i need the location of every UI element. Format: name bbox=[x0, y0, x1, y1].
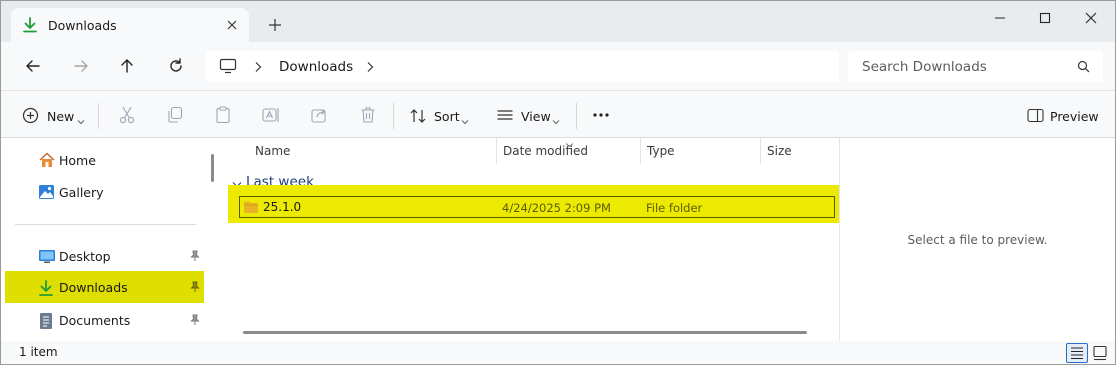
this-pc-icon[interactable] bbox=[219, 58, 237, 77]
sidebar-item-label: Documents bbox=[59, 313, 131, 328]
close-tab-icon[interactable] bbox=[223, 16, 241, 34]
download-icon bbox=[38, 279, 54, 300]
rename-icon[interactable] bbox=[261, 105, 281, 127]
close-icon[interactable] bbox=[1068, 7, 1114, 29]
search-placeholder: Search Downloads bbox=[862, 59, 987, 75]
up-arrow-icon[interactable] bbox=[117, 56, 137, 76]
copy-icon[interactable] bbox=[166, 105, 184, 127]
new-button[interactable]: New bbox=[22, 105, 86, 127]
folder-icon bbox=[243, 200, 259, 217]
column-header-size[interactable]: Size bbox=[761, 138, 839, 164]
sidebar-item-label: Desktop bbox=[59, 249, 111, 264]
gallery-icon bbox=[38, 184, 56, 203]
column-header-label: Name bbox=[255, 144, 291, 158]
cell-date-modified: 4/24/2025 2:09 PM bbox=[502, 201, 611, 215]
forward-arrow-icon[interactable] bbox=[71, 56, 91, 76]
sidebar-item-label: Home bbox=[59, 153, 96, 168]
column-header-date[interactable]: Date modified bbox=[497, 138, 640, 164]
documents-icon bbox=[38, 312, 54, 333]
sidebar-item-home[interactable]: Home bbox=[5, 144, 204, 176]
pin-icon[interactable] bbox=[190, 250, 200, 265]
cell-name: 25.1.0 bbox=[263, 200, 302, 214]
pin-icon[interactable] bbox=[190, 281, 200, 296]
share-icon[interactable] bbox=[310, 105, 328, 127]
more-icon[interactable] bbox=[592, 105, 610, 127]
tab-title: Downloads bbox=[48, 18, 117, 33]
toolbar-divider bbox=[393, 103, 394, 129]
view-button[interactable]: View bbox=[496, 105, 562, 127]
file-explorer-window: Downloads Downloads Search Downloads New… bbox=[0, 0, 1116, 365]
preview-message: Select a file to preview. bbox=[907, 233, 1048, 247]
large-icons-view-icon[interactable] bbox=[1091, 344, 1109, 362]
horizontal-scrollbar[interactable] bbox=[243, 331, 807, 334]
details-view-icon[interactable] bbox=[1066, 343, 1088, 363]
chevron-down-icon bbox=[461, 114, 469, 128]
sort-label: Sort bbox=[434, 109, 460, 124]
column-header-label: Type bbox=[647, 144, 675, 158]
chevron-right-icon[interactable] bbox=[365, 61, 375, 76]
sidebar-item-label: Gallery bbox=[59, 185, 104, 200]
download-icon bbox=[23, 17, 37, 36]
toolbar-divider bbox=[576, 103, 577, 129]
chevron-down-icon bbox=[77, 114, 85, 128]
preview-pane-icon bbox=[1027, 108, 1044, 126]
sidebar-item-downloads[interactable]: Downloads bbox=[5, 271, 204, 303]
new-label: New bbox=[47, 109, 75, 124]
view-icon bbox=[496, 108, 514, 127]
sidebar-item-gallery[interactable]: Gallery bbox=[5, 176, 204, 208]
table-row[interactable]: 25.1.0 4/24/2025 2:09 PM File folder bbox=[228, 185, 841, 223]
preview-pane: Select a file to preview. bbox=[840, 138, 1115, 341]
status-bar: 1 item bbox=[1, 341, 1115, 364]
file-list: Name Date modified Type Size Last week 2… bbox=[225, 138, 841, 341]
cell-type: File folder bbox=[646, 201, 703, 215]
column-header-type[interactable]: Type bbox=[641, 138, 760, 164]
paste-icon[interactable] bbox=[214, 105, 232, 127]
pin-icon[interactable] bbox=[190, 314, 200, 329]
breadcrumb-downloads[interactable]: Downloads bbox=[279, 59, 353, 75]
column-header-name[interactable]: Name bbox=[225, 138, 497, 164]
view-label: View bbox=[521, 109, 551, 124]
title-bar: Downloads bbox=[1, 1, 1115, 42]
address-row: Downloads Search Downloads bbox=[1, 42, 1115, 90]
new-tab-icon[interactable] bbox=[266, 16, 284, 34]
minimize-icon[interactable] bbox=[977, 7, 1023, 29]
cut-icon[interactable] bbox=[118, 105, 136, 127]
desktop-icon bbox=[38, 248, 56, 267]
sort-button[interactable]: Sort bbox=[409, 105, 471, 127]
sidebar-scrollbar[interactable] bbox=[211, 154, 214, 182]
maximize-icon[interactable] bbox=[1022, 7, 1068, 29]
column-header-label: Date modified bbox=[503, 144, 589, 158]
tab-downloads[interactable]: Downloads bbox=[11, 8, 249, 42]
sidebar-item-label: Downloads bbox=[59, 280, 128, 295]
address-bar[interactable]: Downloads bbox=[206, 51, 839, 82]
toolbar-divider bbox=[98, 103, 99, 129]
sort-icon bbox=[409, 107, 427, 128]
sort-indicator-icon bbox=[565, 137, 574, 151]
back-arrow-icon[interactable] bbox=[23, 56, 43, 76]
search-input[interactable]: Search Downloads bbox=[848, 51, 1103, 82]
sidebar-item-desktop[interactable]: Desktop bbox=[5, 240, 204, 272]
column-header-label: Size bbox=[767, 144, 792, 158]
sidebar-divider bbox=[15, 224, 196, 225]
sidebar-item-documents[interactable]: Documents bbox=[5, 304, 204, 336]
chevron-right-icon[interactable] bbox=[253, 61, 263, 76]
plus-circle-icon bbox=[22, 107, 39, 127]
home-icon bbox=[38, 152, 56, 171]
preview-button[interactable]: Preview bbox=[1027, 105, 1099, 127]
navigation-pane: Home Gallery Desktop Downloads Documents bbox=[1, 138, 214, 341]
refresh-icon[interactable] bbox=[166, 56, 186, 76]
row-focus-box: 25.1.0 4/24/2025 2:09 PM File folder bbox=[239, 196, 835, 218]
chevron-down-icon bbox=[552, 114, 560, 128]
command-bar: New Sort View Preview bbox=[1, 90, 1115, 138]
delete-icon[interactable] bbox=[359, 105, 377, 127]
preview-label: Preview bbox=[1050, 109, 1099, 124]
item-count: 1 item bbox=[19, 345, 58, 359]
search-icon bbox=[1077, 60, 1090, 76]
